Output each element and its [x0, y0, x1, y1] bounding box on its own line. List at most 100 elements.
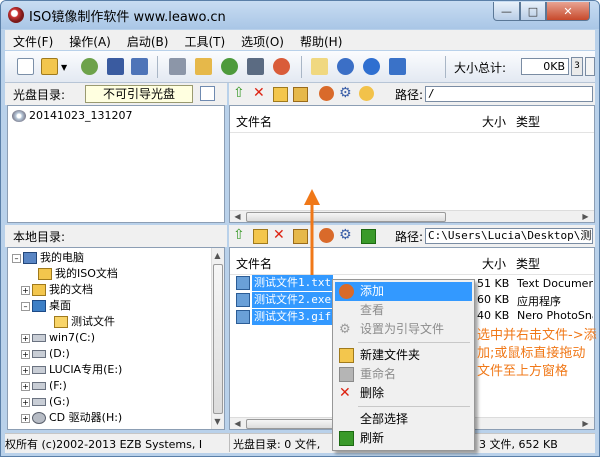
new-folder-icon[interactable]	[273, 87, 288, 102]
tree-item-test-folder[interactable]: 测试文件	[54, 314, 115, 330]
collapse-icon[interactable]: –	[12, 253, 21, 263]
menu-select-all[interactable]: 全部选择	[335, 410, 472, 429]
make-bootable-icon[interactable]	[273, 58, 290, 75]
rename-icon[interactable]	[293, 87, 308, 102]
burn-icon[interactable]	[169, 58, 186, 75]
tree-item-drive-c[interactable]: + win7(C:)	[21, 330, 95, 346]
expand-icon[interactable]: +	[21, 365, 30, 375]
refresh-icon[interactable]	[361, 229, 376, 244]
media-size-dropdown[interactable]	[585, 57, 595, 76]
menu-refresh[interactable]: 刷新	[335, 429, 472, 448]
menu-options[interactable]: 选项(O)	[233, 30, 292, 50]
column-size[interactable]: 大小	[482, 113, 506, 130]
scroll-thumb[interactable]	[246, 212, 446, 222]
tree-item-desktop[interactable]: – 桌面	[21, 298, 71, 314]
compress-icon[interactable]	[221, 58, 238, 75]
maximize-button[interactable]: □	[520, 2, 546, 21]
menu-bar: 文件(F) 操作(A) 启动(B) 工具(T) 选项(O) 帮助(H)	[5, 30, 595, 50]
scroll-right-icon[interactable]: ▶	[580, 418, 591, 429]
up-folder-icon[interactable]: ⇧	[233, 228, 248, 243]
settings-icon[interactable]: ⚙	[339, 228, 354, 243]
column-name[interactable]: 文件名	[236, 113, 272, 130]
total-size-label: 大小总计:	[454, 61, 507, 75]
new-icon[interactable]	[17, 58, 34, 75]
add-files-icon[interactable]	[319, 86, 334, 101]
properties-icon[interactable]	[311, 58, 328, 75]
tree-item-drive-d[interactable]: + (D:)	[21, 346, 70, 362]
checksum-icon[interactable]	[247, 58, 264, 75]
close-button[interactable]: ✕	[546, 2, 590, 21]
save-icon[interactable]	[107, 58, 124, 75]
mount-icon[interactable]	[195, 58, 212, 75]
expand-icon[interactable]: +	[21, 381, 30, 391]
disc-tree-pane[interactable]: 20141023_131207	[7, 105, 225, 223]
menu-delete[interactable]: ✕ 删除	[335, 384, 472, 403]
media-size-spinner[interactable]: 3	[571, 57, 583, 76]
local-tree-scrollbar[interactable]: ▲ ▼	[211, 248, 224, 429]
disc-path-field[interactable]: /	[425, 86, 593, 102]
file-row[interactable]: 测试文件2.exe	[236, 292, 334, 308]
menu-new-folder[interactable]: 新建文件夹	[335, 346, 472, 365]
expand-icon[interactable]: +	[21, 349, 30, 359]
menu-add[interactable]: 添加	[335, 282, 472, 301]
tree-item-computer[interactable]: – 我的电脑	[12, 250, 84, 266]
new-folder-icon[interactable]	[253, 229, 268, 244]
menu-view[interactable]: 查看	[335, 301, 472, 320]
title-bar[interactable]: ISO镜像制作软件 www.leawo.cn — □ ✕	[1, 1, 599, 29]
menu-action[interactable]: 操作(A)	[61, 30, 119, 50]
menu-item-label: 刷新	[360, 431, 385, 445]
settings-icon[interactable]: ⚙	[339, 86, 354, 101]
cd-drive-icon	[32, 412, 46, 424]
menu-set-boot-file[interactable]: ⚙ 设置为引导文件	[335, 320, 472, 339]
tree-item-iso-docs[interactable]: 我的ISO文档	[38, 266, 118, 282]
expand-icon[interactable]: +	[21, 285, 30, 295]
refresh-icon[interactable]	[359, 86, 374, 101]
column-type[interactable]: 类型	[516, 113, 540, 130]
tree-item-drive-f[interactable]: + (F:)	[21, 378, 67, 394]
disc-horizontal-scrollbar[interactable]: ◀ ▶	[230, 210, 594, 222]
file-row[interactable]: 测试文件3.gif	[236, 309, 334, 325]
info-icon[interactable]	[337, 58, 354, 75]
tree-item-documents[interactable]: + 我的文档	[21, 282, 93, 298]
delete-icon[interactable]: ✕	[253, 86, 268, 101]
scroll-down-icon[interactable]: ▼	[212, 416, 223, 427]
menu-item-label: 新建文件夹	[360, 348, 421, 362]
file-row[interactable]: 测试文件1.txt	[236, 275, 334, 291]
tree-item-drive-e[interactable]: + LUCIA专用(E:)	[21, 362, 122, 378]
column-type[interactable]: 类型	[516, 255, 540, 272]
expand-icon[interactable]: +	[21, 333, 30, 343]
open-dropdown-icon[interactable]: ▼	[61, 63, 67, 72]
scroll-left-icon[interactable]: ◀	[232, 211, 243, 222]
help-icon[interactable]	[363, 58, 380, 75]
menu-help[interactable]: 帮助(H)	[292, 30, 350, 50]
scroll-right-icon[interactable]: ▶	[580, 211, 591, 222]
menu-file[interactable]: 文件(F)	[5, 30, 61, 50]
extract-icon[interactable]	[81, 58, 98, 75]
disc-tree-root[interactable]: 20141023_131207	[12, 108, 132, 124]
column-size[interactable]: 大小	[482, 255, 506, 272]
local-path-field[interactable]: C:\Users\Lucia\Desktop\测试	[425, 228, 593, 244]
disc-file-list[interactable]: 文件名 大小 类型 ◀ ▶	[229, 105, 595, 223]
scroll-up-icon[interactable]: ▲	[212, 250, 223, 261]
delete-icon[interactable]: ✕	[273, 228, 288, 243]
minimize-button[interactable]: —	[493, 2, 520, 21]
expand-icon[interactable]: +	[21, 413, 30, 423]
column-name[interactable]: 文件名	[236, 255, 272, 272]
status-bar: 权所有 (c)2002-2013 EZB Systems, I 光盘目录: 0 …	[5, 433, 595, 453]
local-tree-pane[interactable]: – 我的电脑 我的ISO文档 + 我的文档 – 桌面 测试文件 + win7(C:) +…	[7, 247, 225, 430]
menu-boot[interactable]: 启动(B)	[119, 30, 177, 50]
save-as-icon[interactable]	[131, 58, 148, 75]
menu-tools[interactable]: 工具(T)	[176, 30, 233, 50]
open-icon[interactable]	[41, 58, 58, 75]
tree-item-drive-h[interactable]: + CD 驱动器(H:)	[21, 410, 122, 426]
scroll-left-icon[interactable]: ◀	[232, 418, 243, 429]
menu-rename[interactable]: 重命名	[335, 365, 472, 384]
disc-boot-label[interactable]: 不可引导光盘	[85, 85, 193, 103]
up-folder-icon[interactable]: ⇧	[233, 86, 248, 101]
expand-icon[interactable]: +	[21, 397, 30, 407]
collapse-icon[interactable]: –	[21, 301, 30, 311]
scroll-thumb[interactable]	[213, 264, 223, 414]
disc-properties-icon[interactable]	[200, 86, 215, 101]
tree-item-drive-g[interactable]: + (G:)	[21, 394, 70, 410]
exit-icon[interactable]	[389, 58, 406, 75]
